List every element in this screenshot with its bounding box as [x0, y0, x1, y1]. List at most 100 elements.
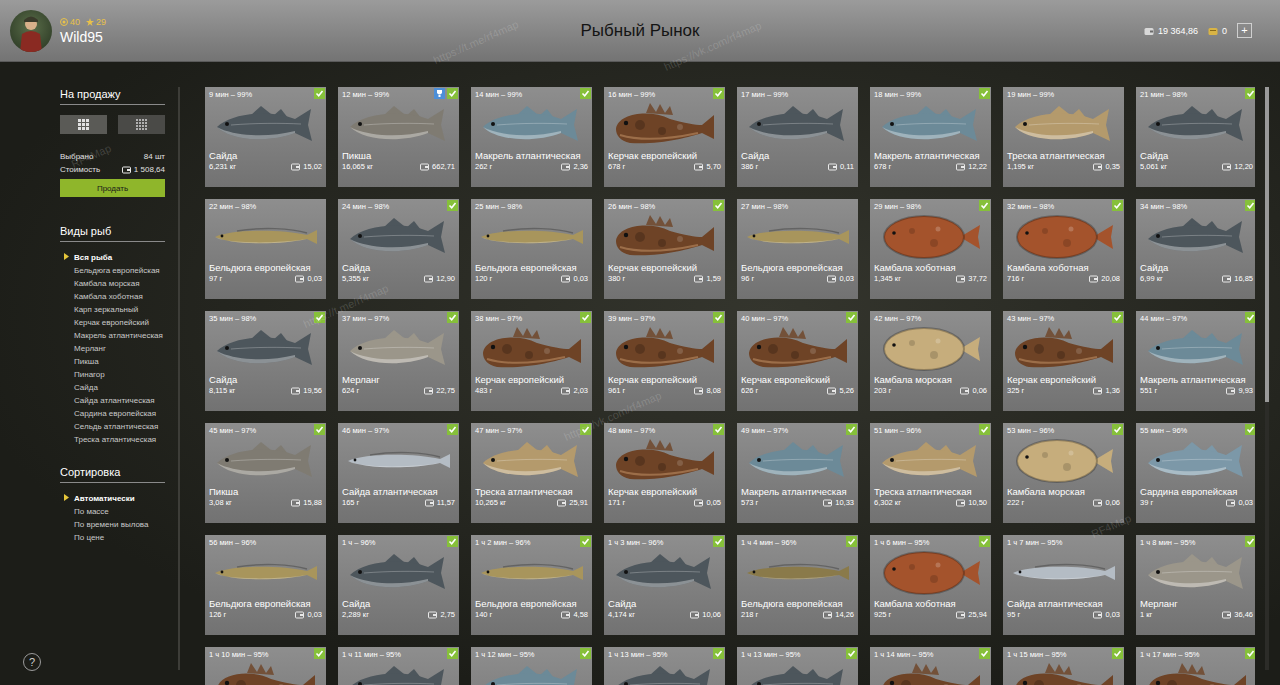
check-icon[interactable] — [580, 648, 591, 659]
fish-card[interactable]: 29 мин – 98%Камбала хоботная1,345 кг37,7… — [870, 199, 991, 299]
sort-item[interactable]: Автоматически — [64, 493, 165, 506]
fish-card[interactable]: 46 мин – 97%Сайда атлантическая165 г11,5… — [338, 423, 459, 523]
fish-card[interactable]: 1 ч 8 мин – 95%Мерланг1 кг36,46 — [1136, 535, 1255, 635]
fish-card[interactable]: 26 мин – 98%Керчак европейский380 г1,59 — [604, 199, 725, 299]
species-item[interactable]: Треска атлантическая — [64, 434, 165, 447]
fish-card[interactable]: 37 мин – 97%Мерланг624 г22,75 — [338, 311, 459, 411]
fish-card[interactable]: 24 мин – 98%Сайда5,355 кг12,90 — [338, 199, 459, 299]
check-icon[interactable] — [1112, 424, 1123, 435]
fish-card[interactable]: 1 ч 11 мин – 95% — [338, 647, 459, 685]
check-icon[interactable] — [447, 88, 458, 99]
check-icon[interactable] — [979, 648, 990, 659]
check-icon[interactable] — [447, 312, 458, 323]
fish-card[interactable]: 47 мин – 97%Треска атлантическая10,265 к… — [471, 423, 592, 523]
sort-item[interactable]: По времени вылова — [64, 519, 165, 532]
fish-card[interactable]: 1 ч 15 мин – 95% — [1003, 647, 1124, 685]
fish-card[interactable]: 1 ч 14 мин – 95% — [870, 647, 991, 685]
check-icon[interactable] — [580, 312, 591, 323]
species-item[interactable]: Карп зеркальный — [64, 304, 165, 317]
species-item[interactable]: Камбала хоботная — [64, 291, 165, 304]
fish-card[interactable]: 27 мин – 98%Бельдюга европейская96 г0,03 — [737, 199, 858, 299]
fish-card[interactable]: 38 мин – 97%Керчак европейский483 г2,03 — [471, 311, 592, 411]
check-icon[interactable] — [314, 648, 325, 659]
fish-card[interactable]: 1 ч 4 мин – 96%Бельдюга европейская218 г… — [737, 535, 858, 635]
fish-card[interactable]: 1 ч 13 мин – 95% — [737, 647, 858, 685]
fish-card[interactable]: 53 мин – 96%Камбала морская222 г0,06 — [1003, 423, 1124, 523]
check-icon[interactable] — [979, 200, 990, 211]
check-icon[interactable] — [314, 424, 325, 435]
fish-card[interactable]: 32 мин – 98%Камбала хоботная716 г20,08 — [1003, 199, 1124, 299]
fish-card[interactable]: 55 мин – 96%Сардина европейская39 г0,03 — [1136, 423, 1255, 523]
fish-card[interactable]: 22 мин – 98%Бельдюга европейская97 г0,03 — [205, 199, 326, 299]
add-gold-button[interactable]: + — [1237, 23, 1252, 38]
fish-card[interactable]: 34 мин – 98%Сайда6,99 кг16,85 — [1136, 199, 1255, 299]
check-icon[interactable] — [713, 536, 724, 547]
check-icon[interactable] — [580, 424, 591, 435]
fish-card[interactable]: 48 мин – 97%Керчак европейский171 г0,05 — [604, 423, 725, 523]
fish-card[interactable]: 43 мин – 97%Керчак европейский325 г1,36 — [1003, 311, 1124, 411]
check-icon[interactable] — [1245, 424, 1255, 435]
fish-card[interactable]: 12 мин – 99%Пикша16,065 кг662,71 — [338, 87, 459, 187]
check-icon[interactable] — [713, 88, 724, 99]
check-icon[interactable] — [447, 200, 458, 211]
fish-card[interactable]: 51 мин – 96%Треска атлантическая6,302 кг… — [870, 423, 991, 523]
sort-item[interactable]: По массе — [64, 506, 165, 519]
check-icon[interactable] — [1245, 648, 1255, 659]
fish-card[interactable]: 14 мин – 99%Макрель атлантическая262 г2,… — [471, 87, 592, 187]
check-icon[interactable] — [979, 536, 990, 547]
check-icon[interactable] — [846, 536, 857, 547]
check-icon[interactable] — [713, 648, 724, 659]
check-icon[interactable] — [846, 312, 857, 323]
fish-card[interactable]: 35 мин – 98%Сайда8,115 кг19,56 — [205, 311, 326, 411]
fish-card[interactable]: 1 ч 10 мин – 95% — [205, 647, 326, 685]
fish-card[interactable]: 45 мин – 97%Пикша3,08 кг15,88 — [205, 423, 326, 523]
check-icon[interactable] — [846, 648, 857, 659]
fish-card[interactable]: 1 ч 6 мин – 95%Камбала хоботная925 г25,9… — [870, 535, 991, 635]
help-button[interactable]: ? — [23, 653, 41, 671]
fish-card[interactable]: 16 мин – 99%Керчак европейский678 г5,70 — [604, 87, 725, 187]
fish-card[interactable]: 1 ч 2 мин – 96%Бельдюга европейская140 г… — [471, 535, 592, 635]
sort-item[interactable]: По цене — [64, 532, 165, 545]
species-item[interactable]: Бельдюга европейская — [64, 265, 165, 278]
fish-card[interactable]: 42 мин – 97%Камбала морская203 г0,06 — [870, 311, 991, 411]
fish-card[interactable]: 1 ч 13 мин – 95% — [604, 647, 725, 685]
check-icon[interactable] — [713, 200, 724, 211]
fish-card[interactable]: 1 ч – 96%Сайда2,289 кг2,75 — [338, 535, 459, 635]
check-icon[interactable] — [713, 312, 724, 323]
check-icon[interactable] — [713, 424, 724, 435]
fish-card[interactable]: 25 мин – 98%Бельдюга европейская120 г0,0… — [471, 199, 592, 299]
check-icon[interactable] — [447, 424, 458, 435]
check-icon[interactable] — [979, 88, 990, 99]
check-icon[interactable] — [846, 424, 857, 435]
sell-button[interactable]: Продать — [60, 179, 165, 197]
species-item[interactable]: Сардина европейская — [64, 408, 165, 421]
check-icon[interactable] — [314, 88, 325, 99]
species-item[interactable]: Керчак европейский — [64, 317, 165, 330]
species-item[interactable]: Пикша — [64, 356, 165, 369]
check-icon[interactable] — [580, 536, 591, 547]
species-item[interactable]: Камбала морская — [64, 278, 165, 291]
fish-card[interactable]: 9 мин – 99%Сайда6,231 кг15,02 — [205, 87, 326, 187]
scrollbar[interactable] — [1265, 87, 1269, 670]
scroll-thumb[interactable] — [1265, 87, 1269, 402]
check-icon[interactable] — [447, 648, 458, 659]
check-icon[interactable] — [1245, 536, 1255, 547]
fish-card[interactable]: 1 ч 12 мин – 95% — [471, 647, 592, 685]
fish-card[interactable]: 1 ч 7 мин – 95%Сайда атлантическая95 г0,… — [1003, 535, 1124, 635]
fish-card[interactable]: 21 мин – 98%Сайда5,061 кг12,20 — [1136, 87, 1255, 187]
check-icon[interactable] — [1112, 648, 1123, 659]
species-item[interactable]: Сайда — [64, 382, 165, 395]
check-icon[interactable] — [447, 536, 458, 547]
check-icon[interactable] — [580, 88, 591, 99]
fish-card[interactable]: 17 мин – 99%Сайда386 г0,11 — [737, 87, 858, 187]
species-item[interactable]: Мерланг — [64, 343, 165, 356]
fish-card[interactable]: 18 мин – 99%Макрель атлантическая678 г12… — [870, 87, 991, 187]
species-item[interactable]: Пинагор — [64, 369, 165, 382]
fish-card[interactable]: 19 мин – 99%Треска атлантическая1,195 кг… — [1003, 87, 1124, 187]
fish-card[interactable]: 1 ч 3 мин – 96%Сайда4,174 кг10,06 — [604, 535, 725, 635]
fish-card[interactable]: 56 мин – 96%Бельдюга европейская126 г0,0… — [205, 535, 326, 635]
check-icon[interactable] — [1245, 88, 1255, 99]
check-icon[interactable] — [314, 312, 325, 323]
species-item[interactable]: Сайда атлантическая — [64, 395, 165, 408]
view-button[interactable] — [60, 115, 107, 134]
